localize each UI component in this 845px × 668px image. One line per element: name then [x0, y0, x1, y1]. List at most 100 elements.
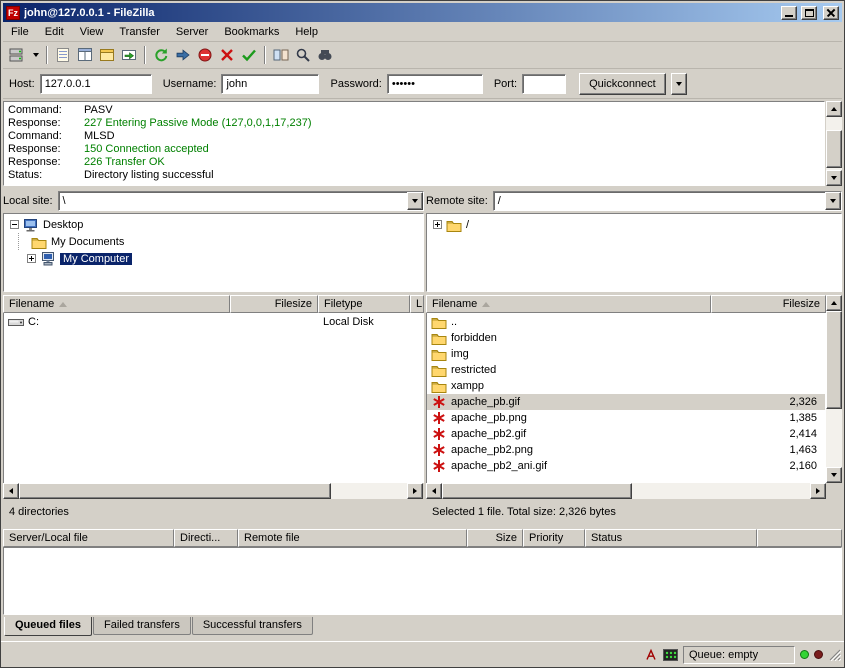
menu-help[interactable]: Help [287, 23, 326, 41]
local-list-header: Filename Filesize Filetype L [3, 295, 424, 313]
remote-file-row[interactable]: .. [427, 314, 825, 330]
remote-file-row[interactable]: forbidden [427, 330, 825, 346]
remote-file-row[interactable]: apache_pb2.gif 2,414 [427, 426, 825, 442]
maximize-button[interactable] [801, 6, 817, 20]
remote-file-row[interactable]: apache_pb2_ani.gif 2,160 [427, 458, 825, 474]
log-line: Response:226 Transfer OK [8, 156, 820, 169]
menu-view[interactable]: View [72, 23, 112, 41]
remote-list-hscrollbar[interactable] [426, 483, 826, 499]
scroll-right-button[interactable] [407, 483, 423, 499]
menu-server[interactable]: Server [168, 23, 216, 41]
remote-file-row[interactable]: img [427, 346, 825, 362]
send-indicator-led [814, 650, 823, 659]
process-queue-icon[interactable] [172, 45, 194, 65]
menu-edit[interactable]: Edit [37, 23, 72, 41]
connect-icon[interactable] [7, 45, 29, 65]
disconnect-icon[interactable] [216, 45, 238, 65]
toggle-localpane-icon[interactable] [96, 45, 118, 65]
combo-dropdown-icon[interactable] [825, 192, 841, 210]
scrollbar-thumb[interactable] [826, 130, 842, 168]
column-status[interactable]: Status [585, 529, 757, 547]
compare-icon[interactable] [270, 45, 292, 65]
tab-successful-transfers[interactable]: Successful transfers [192, 617, 313, 635]
drive-icon [8, 314, 24, 330]
menu-bookmarks[interactable]: Bookmarks [216, 23, 287, 41]
remote-file-row-selected[interactable]: apache_pb.gif 2,326 [427, 394, 825, 410]
quickconnect-button[interactable]: Quickconnect [579, 73, 666, 95]
file-name: apache_pb2.png [451, 444, 533, 456]
column-size[interactable]: Size [467, 529, 523, 547]
scroll-right-button[interactable] [810, 483, 826, 499]
column-remote-file[interactable]: Remote file [238, 529, 467, 547]
remote-site-combo[interactable]: / [493, 191, 842, 211]
tree-item-desktop[interactable]: Desktop [4, 216, 423, 233]
file-name: .. [451, 316, 457, 328]
scrollbar-thumb[interactable] [826, 311, 842, 409]
log-scrollbar[interactable] [826, 101, 842, 186]
remote-site-value[interactable]: / [494, 192, 825, 210]
local-site-combo[interactable]: \ [58, 191, 424, 211]
collapse-icon[interactable] [10, 220, 19, 229]
menu-file[interactable]: File [3, 23, 37, 41]
column-priority[interactable]: Priority [523, 529, 585, 547]
port-input[interactable] [522, 74, 566, 94]
column-filename[interactable]: Filename [426, 295, 711, 313]
tree-item-my-computer[interactable]: My Computer [4, 250, 423, 267]
cancel-icon[interactable] [194, 45, 216, 65]
remote-file-row[interactable]: xampp [427, 378, 825, 394]
sync-browsing-icon[interactable] [314, 45, 336, 65]
local-site-row: Local site: \ [3, 191, 424, 211]
combo-dropdown-icon[interactable] [407, 192, 423, 210]
file-size: 2,414 [711, 426, 825, 442]
local-site-value[interactable]: \ [59, 192, 407, 210]
scroll-up-button[interactable] [826, 295, 842, 311]
remote-file-row[interactable]: apache_pb2.png 1,463 [427, 442, 825, 458]
titlebar[interactable]: Fz john@127.0.0.1 - FileZilla [3, 3, 842, 22]
remote-file-row[interactable]: apache_pb.png 1,385 [427, 410, 825, 426]
scroll-left-button[interactable] [3, 483, 19, 499]
broken-image-icon [431, 410, 447, 426]
toggle-queue-icon[interactable] [118, 45, 140, 65]
column-filetype[interactable]: Filetype [318, 295, 410, 313]
queue-status-panel: Queue: empty [683, 646, 795, 664]
minimize-button[interactable] [781, 6, 797, 20]
username-input[interactable] [221, 74, 319, 94]
resize-grip[interactable] [828, 648, 841, 661]
local-list-hscrollbar[interactable] [3, 483, 423, 499]
remote-status-text: Selected 1 file. Total size: 2,326 bytes [426, 502, 842, 521]
scroll-down-button[interactable] [826, 467, 842, 483]
remote-list-scrollbar[interactable] [826, 295, 842, 483]
column-direction[interactable]: Directi... [174, 529, 238, 547]
file-name: apache_pb.gif [451, 396, 520, 408]
scroll-down-button[interactable] [826, 170, 842, 186]
column-filesize[interactable]: Filesize [230, 295, 318, 313]
quickconnect-dropdown-icon[interactable] [671, 73, 687, 95]
menu-transfer[interactable]: Transfer [111, 23, 168, 41]
tree-item-my-documents[interactable]: My Documents [4, 233, 423, 250]
local-file-row[interactable]: C: Local Disk [4, 314, 423, 330]
remote-file-row[interactable]: restricted [427, 362, 825, 378]
scroll-up-button[interactable] [826, 101, 842, 117]
filter-icon[interactable] [238, 45, 260, 65]
connect-dropdown-icon[interactable] [29, 45, 42, 65]
scrollbar-thumb[interactable] [19, 483, 331, 499]
tab-queued-files[interactable]: Queued files [4, 617, 92, 636]
host-input[interactable] [40, 74, 152, 94]
toggle-treeview-icon[interactable] [74, 45, 96, 65]
expand-icon[interactable] [27, 254, 36, 263]
column-filesize[interactable]: Filesize [711, 295, 826, 313]
scrollbar-thumb[interactable] [442, 483, 632, 499]
close-button[interactable] [823, 6, 839, 20]
file-size [231, 314, 319, 330]
tab-failed-transfers[interactable]: Failed transfers [93, 617, 191, 635]
tree-item-root[interactable]: / [427, 216, 841, 233]
column-server-local-file[interactable]: Server/Local file [3, 529, 174, 547]
refresh-icon[interactable] [150, 45, 172, 65]
password-input[interactable] [387, 74, 483, 94]
toggle-log-icon[interactable] [52, 45, 74, 65]
column-filename[interactable]: Filename [3, 295, 230, 313]
expand-icon[interactable] [433, 220, 442, 229]
search-icon[interactable] [292, 45, 314, 65]
scroll-left-button[interactable] [426, 483, 442, 499]
column-last-modified[interactable]: L [410, 295, 424, 313]
